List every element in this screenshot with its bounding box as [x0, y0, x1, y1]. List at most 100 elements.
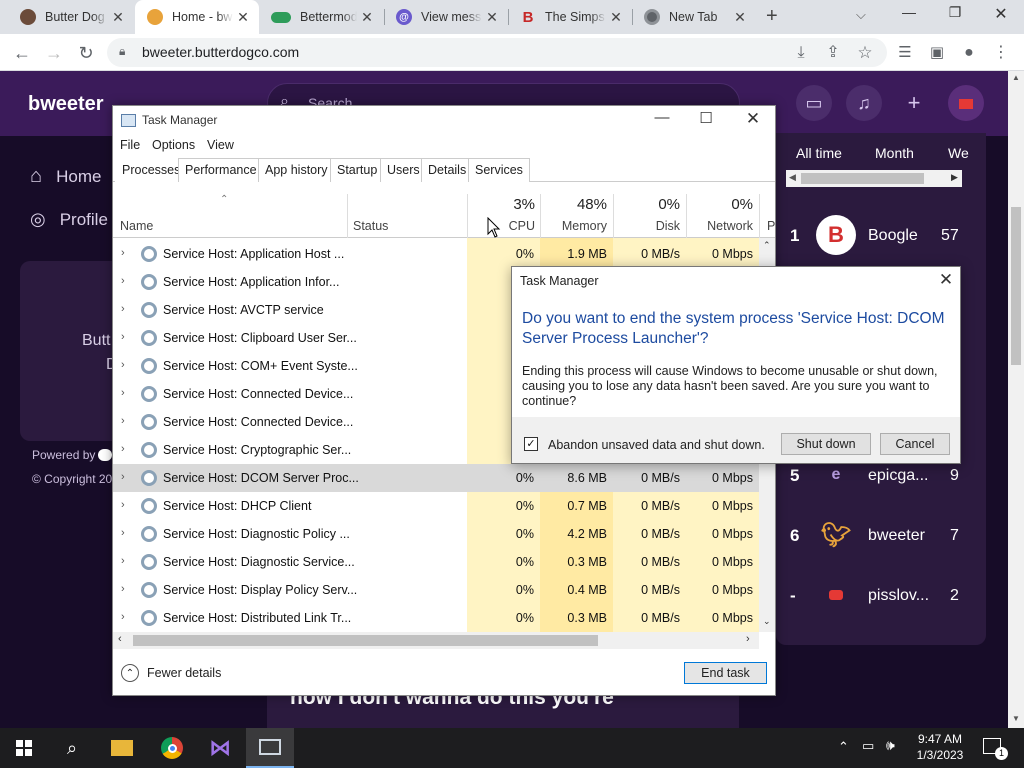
expand-chevron-icon[interactable]: ›	[121, 387, 125, 399]
process-list-hscrollbar[interactable]: ‹ ›	[113, 632, 759, 649]
expand-chevron-icon[interactable]: ›	[121, 471, 125, 483]
expand-chevron-icon[interactable]: ›	[121, 555, 125, 567]
minimize-button[interactable]: —	[640, 109, 684, 131]
show-hidden-icons-chevron-icon[interactable]: ⌃	[838, 739, 849, 755]
column-disk[interactable]: Disk	[613, 219, 680, 233]
browser-tab[interactable]: New Tab ✕	[632, 0, 756, 34]
nav-profile[interactable]: ◎ Profile	[30, 209, 108, 230]
close-tab-icon[interactable]: ✕	[108, 9, 128, 26]
expand-chevron-icon[interactable]: ›	[121, 303, 125, 315]
install-app-icon[interactable]: ⤓	[788, 40, 814, 66]
flag-icon[interactable]	[816, 575, 856, 615]
task-manager-taskbar-icon[interactable]	[246, 728, 294, 768]
leaderboard-tab-month[interactable]: Month	[875, 145, 914, 161]
abandon-data-label[interactable]: Abandon unsaved data and shut down.	[548, 438, 765, 452]
process-row[interactable]: › Service Host: Diagnostic Service... 0% 0.…	[113, 548, 765, 576]
side-panel-icon[interactable]: ▣	[924, 40, 950, 66]
close-tab-icon[interactable]: ✕	[606, 9, 626, 26]
cancel-button[interactable]: Cancel	[880, 433, 950, 455]
close-tab-icon[interactable]: ✕	[730, 9, 750, 26]
expand-chevron-icon[interactable]: ›	[121, 415, 125, 427]
scrollbar-thumb[interactable]	[133, 635, 598, 646]
process-row[interactable]: › Service Host: Display Policy Serv... 0% 0…	[113, 576, 765, 604]
new-post-plus-icon[interactable]: +	[896, 85, 932, 121]
expand-chevron-icon[interactable]: ›	[121, 611, 125, 623]
scrollbar-thumb[interactable]	[801, 173, 924, 184]
column-cpu[interactable]: CPU	[467, 219, 535, 233]
maximize-button[interactable]: ☐	[684, 109, 728, 131]
tab-processes[interactable]: Processes	[115, 158, 188, 182]
system-clock[interactable]: 9:47 AM 1/3/2023	[912, 731, 968, 763]
scroll-down-icon[interactable]: ⌄	[763, 616, 771, 627]
expand-chevron-icon[interactable]: ›	[121, 527, 125, 539]
tab-search-icon[interactable]: ⌵	[856, 7, 866, 23]
tab-performance[interactable]: Performance	[178, 158, 264, 182]
scroll-down-icon[interactable]: ▼	[1012, 714, 1020, 723]
leaderboard-tab-all-time[interactable]: All time	[796, 145, 842, 161]
leaderboard-name[interactable]: Boogle	[868, 227, 918, 245]
expand-chevron-icon[interactable]: ›	[121, 275, 125, 287]
tab-startup[interactable]: Startup	[330, 158, 385, 182]
menu-view[interactable]: View	[207, 138, 234, 152]
column-memory[interactable]: Memory	[540, 219, 607, 233]
scroll-left-icon[interactable]: ‹	[118, 633, 122, 645]
close-tab-icon[interactable]: ✕	[482, 9, 502, 26]
column-status[interactable]: Status	[353, 219, 388, 233]
tab-services[interactable]: Services	[468, 158, 530, 182]
notifications-bell-icon[interactable]: ♫	[846, 85, 882, 121]
menu-file[interactable]: File	[120, 138, 140, 152]
bird-icon[interactable]: 🐦︎	[816, 515, 856, 555]
process-row[interactable]: › Service Host: Diagnostic Policy ... 0% 4.…	[113, 520, 765, 548]
visual-studio-icon[interactable]: ⋈	[196, 728, 244, 768]
url-text[interactable]: bweeter.butterdogco.com	[142, 44, 299, 60]
user-avatar[interactable]	[948, 85, 984, 121]
process-row[interactable]: › Service Host: Application Host ... 0% 1.9…	[113, 240, 765, 268]
nav-home[interactable]: ⌂ Home	[30, 165, 101, 188]
expand-chevron-icon[interactable]: ›	[121, 443, 125, 455]
leaderboard-name[interactable]: pisslov...	[868, 587, 929, 605]
file-explorer-icon[interactable]	[98, 728, 146, 768]
chrome-icon[interactable]	[148, 728, 196, 768]
site-logo[interactable]: bweeter	[28, 93, 104, 116]
close-tab-icon[interactable]: ✕	[357, 9, 377, 26]
scroll-left-icon[interactable]: ◀	[789, 172, 796, 183]
process-row[interactable]: › Service Host: Distributed Link Tr... 0% 0…	[113, 604, 765, 632]
expand-chevron-icon[interactable]: ›	[121, 499, 125, 511]
profile-avatar-icon[interactable]: ●	[956, 40, 982, 66]
leaderboard-tab-week[interactable]: We	[948, 145, 969, 161]
expand-chevron-icon[interactable]: ›	[121, 359, 125, 371]
dialog-close-button[interactable]: ✕	[934, 270, 958, 294]
browser-tab[interactable]: Bettermod ✕	[259, 0, 383, 34]
shut-down-button[interactable]: Shut down	[781, 433, 871, 455]
leaderboard-name[interactable]: bweeter	[868, 527, 925, 545]
column-network[interactable]: Network	[686, 219, 753, 233]
process-row[interactable]: › Service Host: DCOM Server Proc... 0% 8.6 …	[113, 464, 765, 492]
scroll-right-icon[interactable]: ›	[746, 633, 750, 645]
scroll-up-icon[interactable]: ▲	[1012, 73, 1020, 82]
page-scrollbar[interactable]: ▲ ▼	[1008, 71, 1024, 728]
leaderboard-avatar[interactable]: B	[816, 215, 856, 255]
tab-app-history[interactable]: App history	[258, 158, 335, 182]
reading-list-icon[interactable]: ☰	[892, 40, 918, 66]
browser-tab[interactable]: @ View mess ✕	[384, 0, 508, 34]
search-icon[interactable]: ⌕	[48, 728, 96, 768]
reload-icon[interactable]: ↻	[73, 40, 99, 66]
forward-arrow-icon[interactable]: →	[41, 40, 67, 66]
close-button[interactable]: ✕	[731, 109, 775, 131]
menu-options[interactable]: Options	[152, 138, 195, 152]
column-power[interactable]: P	[767, 219, 775, 233]
browser-tab[interactable]: B The Simps ✕	[508, 0, 632, 34]
leaderboard-tab-scrollbar[interactable]: ◀ ▶	[786, 170, 962, 187]
new-tab-button[interactable]: +	[766, 5, 778, 28]
end-task-button[interactable]: End task	[684, 662, 767, 684]
browser-tab[interactable]: Butter Dog ✕	[8, 0, 134, 34]
browser-tab-active[interactable]: Home - bw ✕	[135, 0, 259, 34]
start-windows-icon[interactable]	[0, 728, 48, 768]
expand-chevron-icon[interactable]: ›	[121, 331, 125, 343]
tab-users[interactable]: Users	[380, 158, 427, 182]
scrollbar-thumb[interactable]	[1011, 207, 1021, 365]
back-arrow-icon[interactable]: ←	[9, 40, 35, 66]
leaderboard-name[interactable]: epicga...	[868, 467, 928, 485]
network-icon[interactable]: ▭	[862, 738, 874, 754]
abandon-data-checkbox[interactable]: ✓	[524, 437, 538, 451]
